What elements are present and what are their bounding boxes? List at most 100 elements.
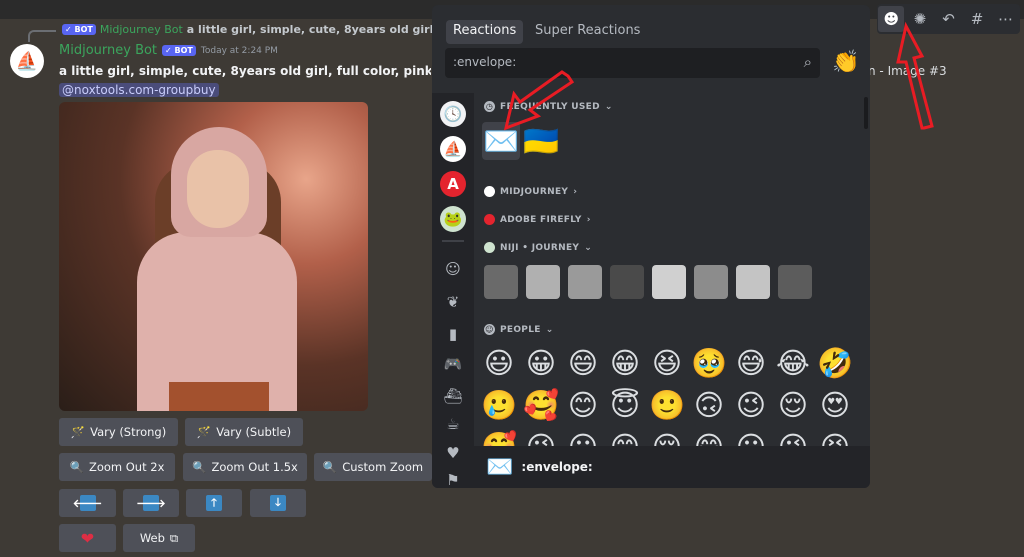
flag-category-icon[interactable]: ⚑: [440, 467, 466, 488]
niji-sticker[interactable]: [778, 265, 812, 299]
skin-tone-button[interactable]: 👏: [832, 50, 859, 75]
adobe-firefly-icon: [484, 214, 495, 225]
emoji-item[interactable]: 😁: [606, 344, 644, 382]
travel-category-icon[interactable]: ⛴: [440, 383, 466, 409]
emoji-item[interactable]: 😌: [774, 386, 812, 424]
reply-icon[interactable]: ↶: [935, 6, 961, 32]
pan-right-button[interactable]: 🡒: [123, 489, 179, 517]
emoji-item[interactable]: 😝: [816, 428, 854, 446]
adobe-firefly-server-icon[interactable]: A: [440, 171, 466, 197]
section-label: ADOBE FIREFLY: [500, 214, 582, 225]
pan-left-button[interactable]: 🡐: [59, 489, 116, 517]
niji-sticker[interactable]: [568, 265, 602, 299]
scrollbar[interactable]: [864, 97, 868, 129]
search-value: :envelope:: [453, 55, 517, 69]
clock-icon[interactable]: 🕓: [440, 101, 466, 127]
emoji-item[interactable]: 🤣: [816, 344, 854, 382]
emoji-item[interactable]: 🙂: [648, 386, 686, 424]
coffee-category-icon[interactable]: ☕: [440, 411, 466, 437]
avatar[interactable]: ⛵: [10, 44, 44, 78]
tab-reactions[interactable]: Reactions: [446, 20, 524, 44]
reply-text: a little girl, simple, cute, 8years old …: [186, 23, 438, 36]
emoji-item[interactable]: 😘: [522, 428, 560, 446]
emoji-item[interactable]: 😚: [648, 428, 686, 446]
emoji-item[interactable]: 😃: [480, 344, 518, 382]
emoji-item[interactable]: 😆: [648, 344, 686, 382]
niji-sticker[interactable]: [526, 265, 560, 299]
emoji-item[interactable]: 🙃: [690, 386, 728, 424]
favorite-button[interactable]: ❤: [59, 524, 116, 552]
chevron-down-icon: ⌄: [584, 242, 593, 253]
emoji-item[interactable]: 🥰: [522, 386, 560, 424]
author-name[interactable]: Midjourney Bot: [59, 43, 157, 58]
heart-icon: ❤: [80, 528, 95, 548]
emoji-flag-ukraine[interactable]: 🇺🇦: [522, 122, 560, 160]
custom-zoom-button[interactable]: 🔍 Custom Zoom: [314, 453, 432, 481]
section-niji-journey[interactable]: NIJI • JOURNEY ⌄: [484, 242, 592, 253]
thread-icon[interactable]: #: [964, 6, 990, 32]
timestamp: Today at 2:24 PM: [200, 45, 278, 56]
section-midjourney[interactable]: MIDJOURNEY ›: [484, 186, 577, 197]
emoji-item[interactable]: 😜: [774, 428, 812, 446]
zoom-out-1-5x-button[interactable]: 🔍 Zoom Out 1.5x: [183, 453, 307, 481]
pan-down-button[interactable]: 🡓: [250, 489, 306, 517]
heart-category-icon[interactable]: ♥: [440, 440, 466, 466]
emoji-item[interactable]: 🥰: [480, 428, 518, 447]
external-link-icon: ⧉: [169, 530, 179, 545]
reply-preview[interactable]: ✓ BOT Midjourney Bot a little girl, simp…: [58, 23, 438, 36]
web-link-button[interactable]: Web ⧉: [123, 524, 195, 552]
zoom-out-2x-button[interactable]: 🔍 Zoom Out 2x: [59, 453, 175, 481]
clock-icon: ◷: [484, 101, 495, 112]
emoji-item[interactable]: 🥲: [480, 386, 518, 424]
niji-sticker[interactable]: [484, 265, 518, 299]
search-icon[interactable]: ⌕: [804, 53, 812, 71]
reply-author[interactable]: Midjourney Bot: [100, 23, 183, 36]
niji-sticker[interactable]: [610, 265, 644, 299]
emoji-item[interactable]: 😄: [564, 344, 602, 382]
midjourney-server-icon[interactable]: ⛵: [440, 136, 466, 162]
emoji-item[interactable]: 😇: [606, 386, 644, 424]
emoji-item[interactable]: 😊: [564, 386, 602, 424]
tab-super-reactions[interactable]: Super Reactions: [528, 20, 647, 44]
vary-subtle-button[interactable]: 🪄 Vary (Subtle): [185, 418, 303, 446]
niji-server-icon[interactable]: 🐸: [440, 206, 466, 232]
niji-sticker[interactable]: [694, 265, 728, 299]
vary-strong-button[interactable]: 🪄 Vary (Strong): [59, 418, 178, 446]
emoji-item[interactable]: 😂: [774, 344, 812, 382]
image-label: n - Image #3: [868, 64, 947, 78]
pan-up-button[interactable]: 🡑: [186, 489, 242, 517]
section-people[interactable]: ☺ PEOPLE ⌄: [484, 324, 554, 335]
emoji-item[interactable]: 😀: [522, 344, 560, 382]
emoji-item[interactable]: 🥹: [690, 344, 728, 382]
food-category-icon[interactable]: ▮: [440, 321, 466, 347]
section-label: NIJI • JOURNEY: [500, 242, 580, 253]
generated-image[interactable]: [59, 102, 368, 411]
more-icon[interactable]: ⋯: [993, 6, 1019, 32]
smiley-category-icon[interactable]: ☺: [440, 256, 466, 282]
niji-sticker[interactable]: [736, 265, 770, 299]
emoji-item[interactable]: 😍: [816, 386, 854, 424]
emoji-search-input[interactable]: :envelope: ⌕: [445, 48, 820, 78]
emoji-envelope[interactable]: ✉️: [482, 122, 520, 160]
emoji-item[interactable]: 😉: [732, 386, 770, 424]
button-label: Zoom Out 2x: [88, 460, 165, 474]
chevron-right-icon: ›: [573, 186, 578, 197]
chevron-right-icon: ›: [586, 214, 591, 225]
divider: [442, 240, 464, 242]
preview-emoji: ✉️: [486, 454, 514, 480]
emoji-item[interactable]: 😛: [732, 428, 770, 446]
section-adobe-firefly[interactable]: ADOBE FIREFLY ›: [484, 214, 591, 225]
gamepad-category-icon[interactable]: 🎮: [440, 351, 466, 377]
emoji-item[interactable]: 😗: [564, 428, 602, 446]
leaf-category-icon[interactable]: ❦: [440, 289, 466, 315]
emoji-item[interactable]: 😙: [606, 428, 644, 446]
add-reaction-icon[interactable]: ☻: [878, 6, 905, 32]
section-frequently-used[interactable]: ◷ FREQUENTLY USED ⌄: [484, 101, 613, 112]
arrow-right-icon: 🡒: [136, 495, 166, 511]
emoji-item[interactable]: 😅: [732, 344, 770, 382]
add-super-reaction-icon[interactable]: ✺: [907, 6, 933, 32]
niji-sticker[interactable]: [652, 265, 686, 299]
emoji-item[interactable]: 😋: [690, 428, 728, 446]
magnifier-icon: 🔍: [192, 460, 207, 474]
mention[interactable]: @noxtools.com-groupbuy: [59, 83, 219, 97]
